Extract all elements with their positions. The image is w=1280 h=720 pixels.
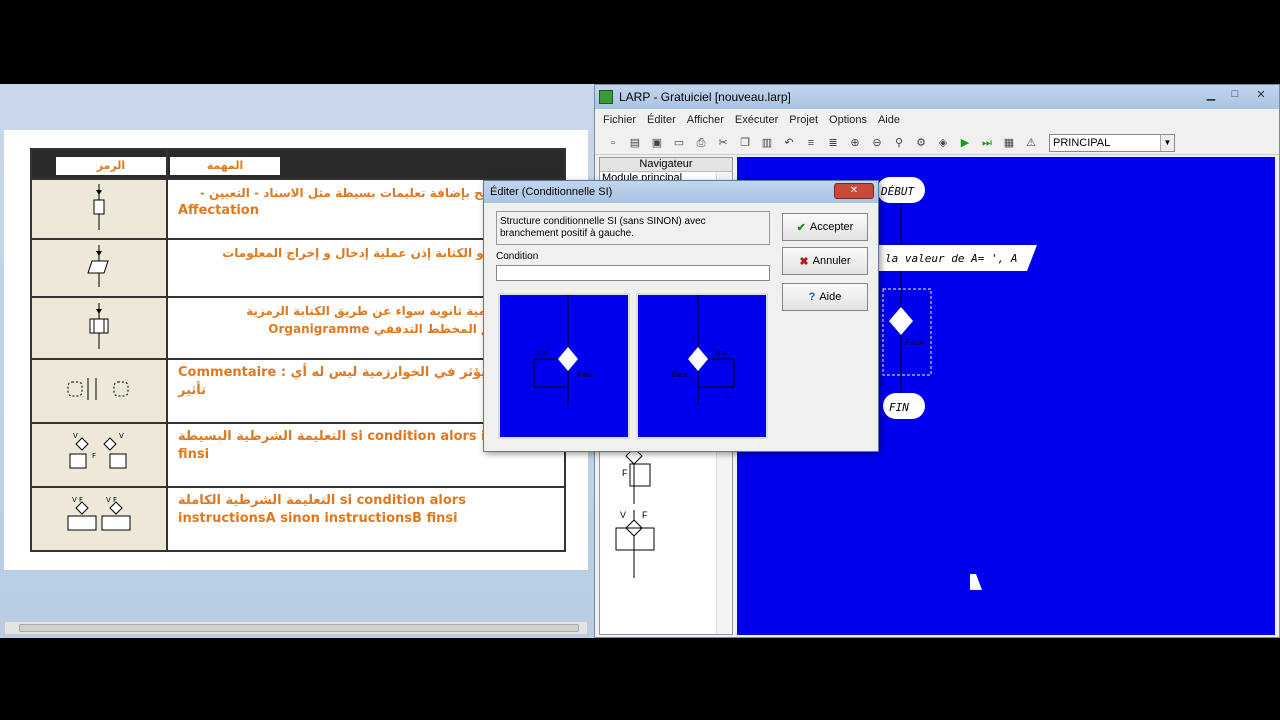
- save-icon[interactable]: ▣: [649, 135, 665, 151]
- replace-icon[interactable]: ⚙: [913, 135, 929, 151]
- find-icon[interactable]: ⚲: [891, 135, 907, 151]
- print-icon[interactable]: ⎙: [693, 135, 709, 151]
- dialog-close-icon[interactable]: ✕: [834, 183, 874, 199]
- end-label: FIN: [889, 401, 909, 414]
- zoom-in-icon[interactable]: ⊕: [847, 135, 863, 151]
- cancel-button[interactable]: ✖ Annuler: [782, 247, 868, 275]
- folder-icon[interactable]: ▭: [671, 135, 687, 151]
- table-row: التعليمة الشرطية الكاملة si condition al…: [166, 486, 566, 552]
- outdent-icon[interactable]: ≣: [825, 135, 841, 151]
- start-label: DÉBUT: [880, 185, 915, 198]
- desktop: الرمز المهمة عملية : تسمح بإضافة تعليمات…: [0, 84, 1280, 638]
- if-selection[interactable]: [882, 288, 932, 376]
- horizontal-scrollbar[interactable]: [4, 621, 588, 635]
- copy-icon[interactable]: ❐: [737, 135, 753, 151]
- svg-text:V: V: [73, 432, 78, 440]
- close-icon[interactable]: ✕: [1251, 88, 1271, 102]
- svg-text:F: F: [642, 510, 648, 520]
- dialog-titlebar: Éditer (Conditionnelle SI) ✕: [484, 181, 878, 203]
- larp-logo-icon: [599, 90, 613, 104]
- symbol-io-icon: [30, 238, 168, 298]
- svg-text:V: V: [119, 432, 124, 440]
- console-icon[interactable]: ▦: [1001, 135, 1017, 151]
- dialog-description: Structure conditionnelle SI (sans SINON)…: [496, 211, 770, 245]
- symbol-affectation-icon: [30, 178, 168, 240]
- chevron-down-icon[interactable]: ▼: [1160, 134, 1174, 151]
- larp-titlebar: LARP - Gratuiciel [nouveau.larp] ▁ □ ✕: [595, 85, 1279, 109]
- menu-executer[interactable]: Exécuter: [735, 114, 778, 126]
- svg-text:F: F: [92, 452, 96, 460]
- svg-text:V: V: [620, 510, 626, 520]
- minimize-icon[interactable]: ▁: [1201, 88, 1221, 102]
- preview-left-branch[interactable]: Vrai Faux: [498, 293, 630, 439]
- condition-input[interactable]: [496, 265, 770, 281]
- maximize-icon[interactable]: □: [1225, 88, 1245, 102]
- svg-text:V F: V F: [72, 496, 83, 504]
- symbol-module-icon: [30, 296, 168, 360]
- true-label: Vrai: [536, 350, 549, 357]
- false-label: Faux: [672, 372, 688, 379]
- cut-icon[interactable]: ✂: [715, 135, 731, 151]
- svg-text:V F: V F: [106, 496, 117, 504]
- false-label: Faux: [905, 338, 924, 347]
- open-icon[interactable]: ▤: [627, 135, 643, 151]
- menu-options[interactable]: Options: [829, 114, 867, 126]
- menu-editer[interactable]: Éditer: [647, 114, 676, 126]
- table-header-task: المهمة: [166, 148, 566, 180]
- symbol-comment-icon: [30, 358, 168, 424]
- run-icon[interactable]: ▶: [957, 135, 973, 151]
- conditional-dialog: Éditer (Conditionnelle SI) ✕ Structure c…: [483, 180, 879, 452]
- paste-icon[interactable]: ▥: [759, 135, 775, 151]
- menu-afficher[interactable]: Afficher: [687, 114, 724, 126]
- symbol-ifelse-icon: V FV F: [30, 486, 168, 552]
- toolbar: ▫ ▤ ▣ ▭ ⎙ ✂ ❐ ▥ ↶ ≡ ≣ ⊕ ⊖ ⚲ ⚙ ◈ ▶ ⏭ ▦ ⚠ …: [595, 131, 1279, 155]
- accept-button[interactable]: ✔ Accepter: [782, 213, 868, 241]
- larp-title: LARP - Gratuiciel [nouveau.larp]: [619, 90, 791, 104]
- output-label: la valeur de A= ', A: [885, 252, 1017, 265]
- navigator-header: Navigateur: [600, 158, 732, 172]
- menu-aide[interactable]: Aide: [878, 114, 900, 126]
- cross-icon: ✖: [799, 255, 809, 268]
- dialog-title: Éditer (Conditionnelle SI): [490, 186, 613, 198]
- module-icon[interactable]: ⚠: [1023, 135, 1039, 151]
- step-icon[interactable]: ⏭: [979, 135, 995, 151]
- module-select[interactable]: PRINCIPAL ▼: [1049, 133, 1175, 152]
- false-label: Faux: [578, 372, 594, 379]
- new-icon[interactable]: ▫: [605, 135, 621, 151]
- question-icon: ?: [808, 291, 816, 303]
- if-diamond[interactable]: [889, 307, 913, 335]
- check-icon: ✔: [796, 221, 806, 234]
- preview-right-branch[interactable]: Vrai Faux: [636, 293, 768, 439]
- menu-fichier[interactable]: Fichier: [603, 114, 636, 126]
- compile-icon[interactable]: ◈: [935, 135, 951, 151]
- help-button[interactable]: ? Aide: [782, 283, 868, 311]
- menubar: Fichier Éditer Afficher Exécuter Projet …: [595, 109, 1279, 131]
- true-label: Vrai: [714, 350, 727, 357]
- svg-text:F: F: [622, 468, 628, 478]
- mouse-cursor-icon: [970, 574, 982, 590]
- menu-projet[interactable]: Projet: [789, 114, 818, 126]
- indent-icon[interactable]: ≡: [803, 135, 819, 151]
- symbol-if-icon: V V F: [30, 422, 168, 488]
- condition-label: Condition: [496, 251, 539, 262]
- undo-icon[interactable]: ↶: [781, 135, 797, 151]
- zoom-out-icon[interactable]: ⊖: [869, 135, 885, 151]
- table-header-symbol: الرمز: [30, 148, 168, 180]
- scrollbar-thumb[interactable]: [19, 624, 579, 632]
